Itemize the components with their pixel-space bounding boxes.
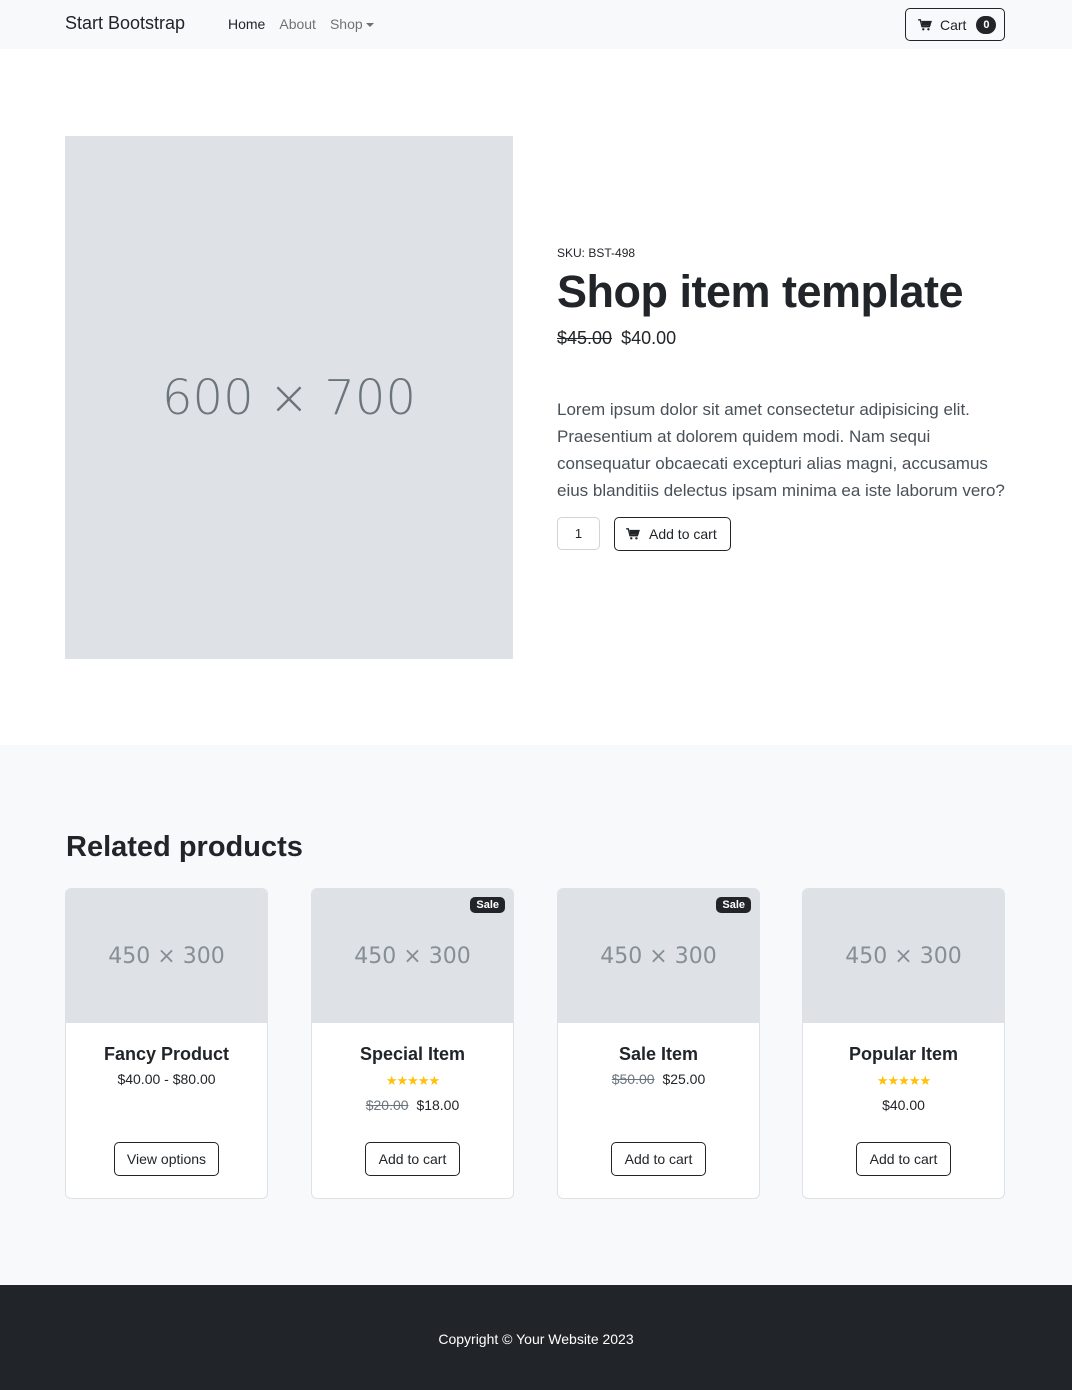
cart-count-badge: 0 (976, 15, 997, 34)
card-image-placeholder-text: 450 × 300 (845, 943, 962, 969)
product-card-fancy: 450 × 300 Fancy Product $40.00 - $80.00 … (65, 888, 268, 1199)
add-to-cart-button[interactable]: Add to cart (614, 517, 731, 551)
add-to-cart-label: Add to cart (649, 526, 717, 542)
product-description: Lorem ipsum dolor sit amet consectetur a… (557, 400, 1005, 500)
sale-badge: Sale (470, 897, 505, 913)
card-current-price: $40.00 - $80.00 (117, 1071, 216, 1087)
card-old-price: $50.00 (611, 1071, 655, 1087)
card-price: $20.00 $18.00 (312, 1097, 513, 1113)
product-price: $45.00 $40.00 (557, 328, 676, 349)
quantity-input[interactable] (557, 517, 600, 550)
product-card-popular: 450 × 300 Popular Item ★★★★★ $40.00 Add … (802, 888, 1005, 1199)
product-card-special: 450 × 300 Sale Special Item ★★★★★ $20.00… (311, 888, 514, 1199)
card-current-price: $25.00 (662, 1071, 706, 1087)
card-old-price: $20.00 (365, 1097, 409, 1113)
view-options-button[interactable]: View options (114, 1142, 219, 1176)
navbar-brand[interactable]: Start Bootstrap (65, 13, 185, 34)
nav-link-home[interactable]: Home (228, 16, 265, 32)
card-current-price: $18.00 (416, 1097, 460, 1113)
nav-link-about[interactable]: About (279, 16, 316, 32)
navbar: Start Bootstrap Home About Shop Cart 0 (0, 0, 1072, 49)
product-card-sale: 450 × 300 Sale Sale Item $50.00 $25.00 A… (557, 888, 760, 1199)
footer-copyright: Copyright © Your Website 2023 (438, 1331, 634, 1347)
sale-badge: Sale (716, 897, 751, 913)
nav-link-shop-label: Shop (329, 16, 363, 32)
card-name: Sale Item (618, 1044, 699, 1064)
nav-links: Home About Shop (228, 16, 374, 32)
card-image: 450 × 300 (66, 889, 267, 1023)
card-image-placeholder-text: 450 × 300 (600, 943, 717, 969)
product-current-price: $40.00 (621, 328, 677, 348)
footer: Copyright © Your Website 2023 (0, 1285, 1072, 1390)
product-sku: SKU: BST-498 (557, 246, 636, 260)
product-old-price: $45.00 (557, 328, 613, 348)
card-image: 450 × 300 (803, 889, 1004, 1023)
add-to-cart-button[interactable]: Add to cart (611, 1142, 706, 1176)
add-to-cart-button[interactable]: Add to cart (365, 1142, 460, 1176)
card-image-placeholder-text: 450 × 300 (354, 943, 471, 969)
card-name: Popular Item (848, 1044, 959, 1064)
product-title: Shop item template (557, 266, 964, 317)
cart-button[interactable]: Cart 0 (905, 8, 1005, 41)
card-name: Fancy Product (103, 1044, 230, 1064)
card-price: $40.00 (803, 1097, 1004, 1113)
card-price: $50.00 $25.00 (558, 1071, 759, 1087)
star-rating: ★★★★★ (385, 1073, 440, 1088)
card-price: $40.00 - $80.00 (66, 1071, 267, 1087)
star-rating: ★★★★★ (876, 1073, 931, 1088)
cart-label: Cart (940, 16, 967, 33)
card-image-placeholder-text: 450 × 300 (108, 943, 225, 969)
cart-icon (918, 18, 932, 30)
cart-icon (626, 528, 640, 540)
card-current-price: $40.00 (882, 1097, 925, 1113)
related-products-title: Related products (66, 831, 303, 863)
add-to-cart-button[interactable]: Add to cart (856, 1142, 951, 1176)
nav-dropdown-shop[interactable]: Shop (330, 16, 374, 32)
card-name: Special Item (359, 1044, 466, 1064)
product-image-placeholder-text: 600 × 700 (162, 369, 416, 426)
related-products-section: Related products 450 × 300 Fancy Product… (0, 745, 1072, 1285)
chevron-down-icon (365, 23, 374, 28)
product-image: 600 × 700 (65, 136, 513, 659)
